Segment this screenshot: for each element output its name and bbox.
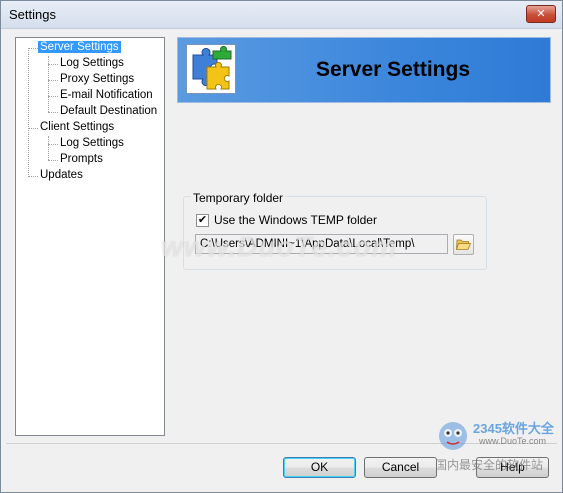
tree-line xyxy=(28,48,29,175)
mascot-icon xyxy=(439,422,467,450)
close-button[interactable]: ✕ xyxy=(526,5,556,23)
tree-item-client-log-settings[interactable]: Log Settings xyxy=(58,136,126,151)
tree-item-label: Log Settings xyxy=(60,137,124,149)
tree-item-proxy-settings[interactable]: Proxy Settings xyxy=(58,72,136,87)
browse-folder-button[interactable] xyxy=(453,234,474,255)
tree-line xyxy=(28,48,38,49)
tree-line xyxy=(48,64,58,65)
tree-line xyxy=(28,128,38,129)
corner-slogan: 国内最安全的软件站 xyxy=(435,458,544,472)
page-title: Server Settings xyxy=(315,58,471,81)
tree-item-label: Default Destination xyxy=(60,105,158,117)
corner-brand: 2345软件大全 xyxy=(473,421,554,436)
tree-line xyxy=(48,80,58,81)
tree-item-client-settings[interactable]: Client Settings xyxy=(38,120,116,135)
tree-item-email-notification[interactable]: E-mail Notification xyxy=(58,88,155,103)
tree-item-prompts[interactable]: Prompts xyxy=(58,152,105,167)
folder-open-icon xyxy=(455,239,472,250)
tree-line xyxy=(28,176,38,177)
tree-item-server-settings[interactable]: Server Settings xyxy=(38,40,121,55)
tree-line xyxy=(48,144,58,145)
tree-item-label: Updates xyxy=(40,169,83,181)
tree-line xyxy=(48,160,58,161)
title-bar[interactable]: Settings ✕ xyxy=(1,1,562,29)
checkmark-icon: ✔ xyxy=(197,214,208,226)
settings-window: Settings ✕ Server Settings Log Settings … xyxy=(0,0,563,493)
tree-item-server-log-settings[interactable]: Log Settings xyxy=(58,56,126,71)
tree-item-label: Log Settings xyxy=(60,57,124,69)
cancel-button[interactable]: Cancel xyxy=(364,457,437,478)
settings-tree[interactable]: Server Settings Log Settings Proxy Setti… xyxy=(15,37,165,436)
use-windows-temp-checkbox[interactable]: ✔ xyxy=(196,214,209,227)
corner-url: www.DuoTe.com xyxy=(479,436,547,446)
temp-folder-group-label: Temporary folder xyxy=(191,191,286,205)
tree-line xyxy=(48,112,58,113)
close-icon: ✕ xyxy=(536,8,546,20)
puzzle-pieces-icon xyxy=(186,44,236,94)
settings-header-banner: Server Settings xyxy=(177,37,551,103)
ok-button[interactable]: OK xyxy=(283,457,356,478)
tree-item-label: Proxy Settings xyxy=(60,73,135,85)
window-title: Settings xyxy=(9,7,56,22)
center-watermark: www.DuoTe.com xyxy=(161,231,398,262)
use-windows-temp-label[interactable]: Use the Windows TEMP folder xyxy=(214,213,377,227)
tree-item-label: Server Settings xyxy=(38,41,121,53)
tree-line xyxy=(48,136,49,160)
tree-item-updates[interactable]: Updates xyxy=(38,168,85,183)
tree-item-label: Client Settings xyxy=(40,121,115,133)
tree-item-label: E-mail Notification xyxy=(60,89,153,101)
tree-line xyxy=(48,96,58,97)
corner-watermark: 2345软件大全 www.DuoTe.com 国内最安全的软件站 xyxy=(433,406,561,478)
tree-item-label: Prompts xyxy=(60,153,103,165)
tree-item-default-destination[interactable]: Default Destination xyxy=(58,104,159,119)
